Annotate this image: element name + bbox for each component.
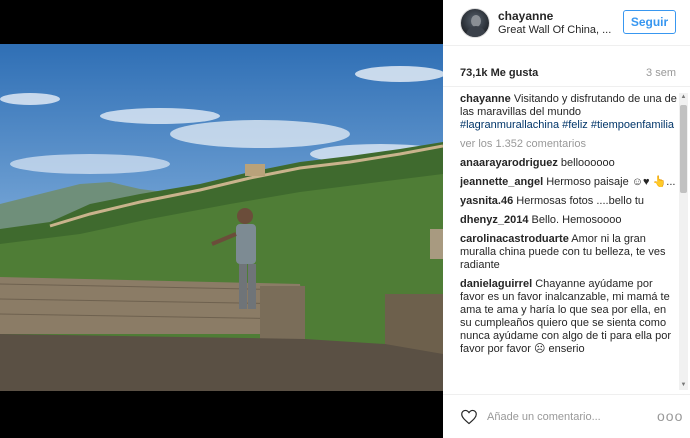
- scrollbar-thumb[interactable]: [680, 105, 687, 193]
- comment-text: belloooooo: [560, 157, 615, 169]
- comment-item: anaarayarodriguez belloooooo: [460, 157, 680, 170]
- follow-button[interactable]: Seguir: [623, 10, 676, 34]
- comment-text: Bello. Hemosoooo: [531, 214, 622, 226]
- heart-outline-icon[interactable]: [460, 409, 478, 425]
- comment-text: Hermosas fotos ....bello tu: [516, 195, 645, 207]
- caption-username[interactable]: chayanne: [460, 93, 511, 105]
- view-all-comments-link[interactable]: ver los 1.352 comentarios: [460, 138, 680, 151]
- post-age[interactable]: 3 sem: [646, 67, 676, 79]
- hashtag-link[interactable]: #tiempoenfamilia: [591, 119, 674, 131]
- hashtag-link[interactable]: #lagranmurallachina: [460, 119, 559, 131]
- comment-username[interactable]: jeannette_angel: [460, 176, 543, 188]
- comment-username[interactable]: yasnita.46: [460, 195, 513, 207]
- comment-item: dhenyz_2014 Bello. Hemosoooo: [460, 214, 680, 227]
- media-pane: [0, 0, 443, 438]
- likes-count[interactable]: 73,1k Me gusta: [460, 67, 538, 79]
- comment-username[interactable]: anaarayarodriguez: [460, 157, 558, 169]
- comment-username[interactable]: dhenyz_2014: [460, 214, 528, 226]
- caption: chayanne Visitando y disfrutando de una …: [460, 93, 680, 132]
- comment-footer: ooo: [443, 394, 690, 438]
- comment-text: Hermoso paisaje ☺♥ 👆...: [546, 176, 676, 188]
- comment-item: carolinacastroduarte Amor ni la gran mur…: [460, 233, 680, 272]
- avatar[interactable]: [460, 8, 490, 38]
- scroll-down-arrow-icon[interactable]: ▼: [679, 381, 688, 390]
- hashtag-link[interactable]: #feliz: [562, 119, 588, 131]
- comment-item: danielaguirrel Chayanne ayúdame por favo…: [460, 278, 680, 356]
- comment-username[interactable]: carolinacastroduarte: [460, 233, 569, 245]
- scroll-up-arrow-icon[interactable]: ▲: [679, 93, 688, 102]
- post-location[interactable]: Great Wall Of China, ...: [498, 24, 611, 36]
- comment-item: jeannette_angel Hermoso paisaje ☺♥ 👆...: [460, 176, 680, 189]
- comments-list: chayanne Visitando y disfrutando de una …: [460, 93, 680, 390]
- avatar-body: [466, 26, 486, 37]
- comments-scrollbar[interactable]: ▲ ▼: [679, 93, 688, 390]
- post-header: chayanne Great Wall Of China, ... Seguir: [443, 0, 690, 46]
- likes-row: 73,1k Me gusta 3 sem: [443, 46, 690, 87]
- more-options-icon[interactable]: ooo: [657, 408, 683, 424]
- post-photo[interactable]: [0, 44, 443, 391]
- add-comment-input[interactable]: [487, 409, 647, 425]
- comment-item: yasnita.46 Hermosas fotos ....bello tu: [460, 195, 680, 208]
- comment-username[interactable]: danielaguirrel: [460, 278, 532, 290]
- post-username[interactable]: chayanne: [498, 9, 553, 23]
